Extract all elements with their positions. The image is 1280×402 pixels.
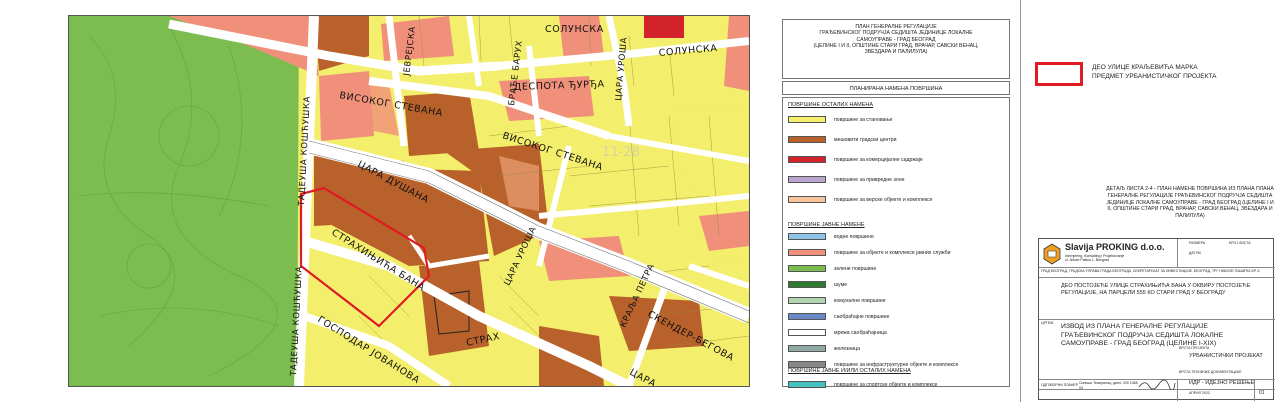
phase-label: ВРСТА ПРОЈЕКТА	[1179, 346, 1210, 350]
plan-title: ПЛАН ГЕНЕРАЛНЕ РЕГУЛАЦИЈЕ ГРАЂЕВИНСКОГ П…	[782, 19, 1010, 79]
company-logo-icon	[1043, 243, 1061, 265]
legend-label: површине за објекте и комплексе јавних с…	[834, 249, 951, 256]
legend-item: мрежа саобраћајница	[788, 328, 887, 337]
responsible-name: Синиша Темеринац, дипл. 200 1068 03	[1079, 381, 1138, 390]
title-block-area: ДЕО УЛИЦЕ КРАЉЕВИЋА МАРКА ПРЕДМЕТ УРБАНИ…	[1020, 0, 1280, 402]
legend-label: саобраћајне површине	[834, 313, 890, 320]
title-block: Slavija PROKING d.o.o. Inženjering, Kons…	[1038, 238, 1275, 401]
legend-item: површине за верске објекте и комплексе	[788, 195, 933, 204]
legend-swatch	[788, 345, 826, 352]
legend-label: површине за комерцијалне садржаје	[834, 156, 923, 163]
legend-swatch	[788, 233, 826, 240]
legend-swatch	[788, 313, 826, 320]
project-stage: ИДР - ИДЕЈНО РЕШЕЊЕ	[1189, 380, 1255, 386]
legend-label: железница	[834, 345, 860, 352]
date-label: ДАТУМ	[1189, 251, 1201, 255]
legend-item: површине за становање	[788, 115, 893, 124]
legend-item: површине за привредне зоне	[788, 175, 904, 184]
project-phase: УРБАНИСТИЧКИ ПРОЈЕКАТ	[1189, 353, 1263, 359]
legend-label: зелене површине	[834, 265, 877, 272]
legend-swatch	[788, 176, 826, 183]
legend-label: шуме	[834, 281, 848, 288]
land-use-map[interactable]: 11-28 СОЛУНСКА СОЛУНСКА ЈЕВРЕЈСКА БРАЋЕ …	[68, 15, 750, 387]
legend-item: површине за комерцијалне садржаје	[788, 155, 923, 164]
legend-item: шуме	[788, 280, 847, 289]
legend-item: водне површине	[788, 232, 874, 241]
responsible-label: ОДГОВОРНИ ПЛАНЕР	[1041, 383, 1079, 387]
legend-swatch	[788, 281, 826, 288]
legend-swatch	[788, 156, 826, 163]
legend-group-heading: ПОВРШИНЕ ЈАВНЕ НАМЕНЕ	[788, 222, 865, 228]
map-sheet-number: 11-28	[602, 145, 640, 160]
map-canvas: 11-28 СОЛУНСКА СОЛУНСКА ЈЕВРЕЈСКА БРАЋЕ …	[69, 16, 749, 386]
legend-group-heading: ПОВРШИНЕ ЈАВНЕ И/ИЛИ ОСТАЛИХ НАМЕНА	[788, 368, 911, 374]
legend-item: саобраћајне површине	[788, 312, 889, 321]
sheet-number: 01	[1259, 390, 1265, 396]
legend-label: водне површине	[834, 233, 874, 240]
client-name: ГРАД БЕОГРАД, ГРАДСКА УПРАВА ГРАДА БЕОГР…	[1041, 269, 1260, 273]
detail-caption: ДЕТАЉ ЛИСТА 2-4 - ПЛАН НАМЕНЕ ПОВРШИНА И…	[1106, 186, 1274, 220]
legend-label: површине за становање	[834, 116, 893, 123]
legend-label: површине за верске објекте и комплексе	[834, 196, 933, 203]
object-description: ДЕО ПОСТОЈЕЋЕ УЛИЦЕ СТРАХИЊИЋА БАНА У ОК…	[1061, 283, 1251, 296]
legend-item: мешовити градски центри	[788, 135, 897, 144]
legend-swatch	[788, 116, 826, 123]
legend-swatch	[788, 196, 826, 203]
signature-icon	[1138, 379, 1176, 390]
legend-swatch	[788, 136, 826, 143]
legend-item: комуналне површине	[788, 296, 886, 305]
plan-subtitle: ПЛАНИРАНА НАМЕНА ПОВРШИНА	[782, 81, 1010, 95]
street-label: СОЛУНСКА	[545, 24, 604, 35]
legend-item: зелене површине	[788, 264, 876, 273]
legend-swatch	[788, 381, 826, 388]
key-swatch-red-outline	[1035, 62, 1083, 86]
legend-swatch	[788, 249, 826, 256]
legend-label: површине за привредне зоне	[834, 176, 905, 183]
legend-label: мрежа саобраћајница	[834, 329, 887, 336]
scale-label: РАЗМЕРА	[1189, 241, 1206, 245]
legend-swatch	[788, 297, 826, 304]
legend-swatch	[788, 329, 826, 336]
sheet-label: БРОЈ ЛИСТА	[1229, 241, 1251, 245]
drawing-title: ИЗВОД ИЗ ПЛАНА ГЕНЕРАЛНЕ РЕГУЛАЦИЈЕ ГРАЂ…	[1061, 323, 1224, 347]
stage-label: ВРСТА ТЕХНИЧКЕ ДОКУМЕНТАЦИЈЕ	[1179, 370, 1242, 374]
drawing-label: ЦРТЕЖ	[1041, 321, 1054, 325]
legend-item: површине за спортске објекте и комплексе	[788, 380, 937, 389]
legend-group-heading: ПОВРШИНЕ ОСТАЛИХ НАМЕНА	[788, 102, 874, 108]
legend: ПОВРШИНЕ ОСТАЛИХ НАМЕНА површине за стан…	[782, 97, 1010, 389]
legend-panel: ПЛАН ГЕНЕРАЛНЕ РЕГУЛАЦИЈЕ ГРАЂЕВИНСКОГ П…	[770, 15, 1020, 389]
legend-item: површине за објекте и комплексе јавних с…	[788, 248, 951, 257]
key-label: ДЕО УЛИЦЕ КРАЉЕВИЋА МАРКА ПРЕДМЕТ УРБАНИ…	[1092, 64, 1217, 80]
legend-label: површине за инфраструктурне објекте и ко…	[834, 361, 959, 368]
legend-item: железница	[788, 344, 860, 353]
park-kalemegdan	[69, 16, 299, 386]
legend-label: површине за спортске објекте и комплексе	[834, 381, 938, 388]
legend-label: мешовити градски центри	[834, 136, 897, 143]
legend-swatch	[788, 361, 826, 368]
sheet-date: АПРИЛ 2022	[1189, 391, 1210, 395]
legend-swatch	[788, 265, 826, 272]
commercial-block	[644, 16, 684, 38]
company-name: Slavija PROKING d.o.o.	[1065, 242, 1165, 252]
legend-label: комуналне површине	[834, 297, 886, 304]
company-subtitle: Inženjering, Konsalting i Projektovanje …	[1065, 254, 1125, 263]
